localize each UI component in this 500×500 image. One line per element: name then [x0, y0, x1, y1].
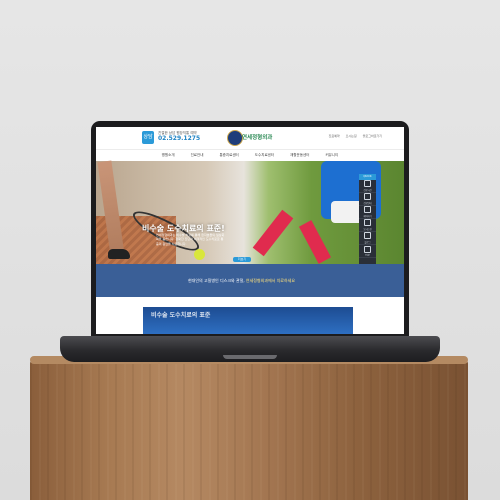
soccer-sock-image [252, 209, 294, 257]
lower-panel-title: 비수술 도수치료의 표준 [151, 312, 211, 319]
quick-item-label: 진료안내 [363, 202, 372, 205]
tennis-shoe-image [108, 249, 130, 259]
nav-item-about[interactable]: 병원소개 [162, 153, 175, 158]
util-link[interactable]: 블로그바로가기 [363, 134, 382, 138]
nav-item-pain[interactable]: 통증치료센터 [219, 153, 238, 158]
quick-item-location[interactable]: 오시는길 [359, 219, 376, 232]
soccer-sock-image [298, 220, 332, 264]
nav-item-guide[interactable]: 진료안내 [191, 153, 204, 158]
nav-item-manual[interactable]: 도수치료센터 [255, 153, 274, 158]
quick-item-label: 오시는길 [363, 228, 372, 231]
doc-icon [364, 193, 371, 200]
util-link[interactable]: 오시는길 [346, 134, 357, 138]
hero-text: 연세정형외과는 비수술 치료를 통해 환자분들의 일상회복을 돕습니다. 정확한… [156, 233, 225, 246]
quick-item-label: 블로그 [364, 241, 371, 244]
site-header: 상담 친절한 상담 원장직통 예약 02.529.1275 연세정형외과 진료예… [96, 127, 404, 149]
hero-banner: 비수술 도수치료의 표준! 연세정형외과는 비수술 치료를 통해 환자분들의 일… [96, 160, 404, 264]
band-text-plain: 현대인의 고질병인 디스크와 관절, [188, 278, 245, 283]
map-pin-icon [364, 219, 371, 226]
quick-item-label: 예약하기 [363, 215, 372, 218]
laptop-notch [223, 355, 277, 359]
header-phone[interactable]: 02.529.1275 [158, 135, 200, 142]
quick-item-top[interactable]: TOP [359, 245, 376, 258]
quick-item-reserve[interactable]: 예약하기 [359, 206, 376, 219]
utility-links: 진료예약 오시는길 블로그바로가기 [329, 134, 382, 138]
arrow-up-icon [364, 245, 371, 253]
brand-suffix: 정형외과 [252, 135, 273, 141]
blog-icon [364, 232, 371, 239]
quick-item-blog[interactable]: 블로그 [359, 232, 376, 245]
tennis-ball-image [194, 249, 205, 260]
nav-item-rehab[interactable]: 재활운동센터 [290, 153, 309, 158]
brand-logo[interactable]: 연세정형외과 [242, 133, 272, 141]
brand-prefix: 연세 [242, 135, 253, 141]
nav-item-community[interactable]: 커뮤니티 [325, 153, 338, 158]
wooden-pedestal [30, 358, 468, 500]
clock-icon [364, 180, 371, 187]
band-text: 현대인의 고질병인 디스크와 관절, 연세정형외과에서 치료하세요 [188, 278, 295, 284]
quick-item-hours[interactable]: 진료시간 [359, 180, 376, 193]
util-link[interactable]: 진료예약 [329, 134, 340, 138]
hero-more-button[interactable]: 더보기 [233, 257, 251, 262]
consult-icon[interactable]: 상담 [142, 131, 154, 144]
calendar-icon [364, 206, 371, 213]
quick-item-label: 진료시간 [363, 189, 372, 192]
quick-item-label: TOP [365, 253, 370, 257]
quick-item-guide[interactable]: 진료안내 [359, 193, 376, 206]
lower-section: 비수술 도수치료의 표준 [96, 297, 404, 334]
laptop-screen: 상담 친절한 상담 원장직통 예약 02.529.1275 연세정형외과 진료예… [96, 127, 404, 334]
quick-menu: QUICK 진료시간 진료안내 예약하기 오시는길 블로그 TOP [359, 174, 376, 266]
clinic-emblem-icon[interactable] [227, 130, 243, 146]
band-text-highlight[interactable]: 연세정형외과에서 치료하세요 [246, 278, 295, 283]
info-band: 현대인의 고질병인 디스크와 관절, 연세정형외과에서 치료하세요 [96, 264, 404, 297]
